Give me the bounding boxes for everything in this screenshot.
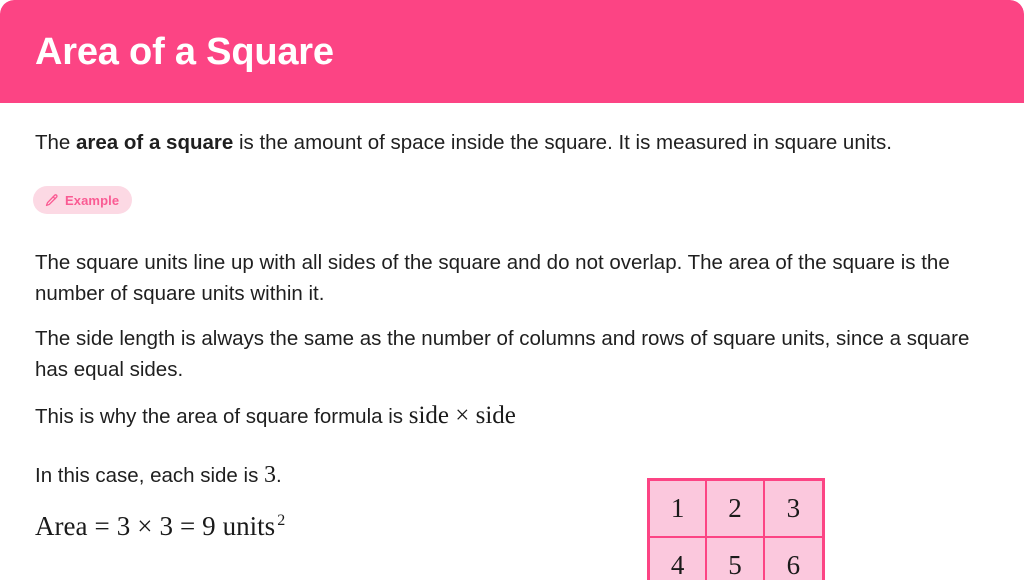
example-badge: Example (33, 186, 133, 214)
side-value-text-before: In this case, each side is (35, 464, 265, 487)
example-badge-label: Example (65, 192, 120, 208)
grid-cell: 4 (650, 538, 708, 580)
intro-text-bold: area of a square (76, 131, 234, 154)
formula-inline-math: side × side (408, 402, 516, 429)
side-value-math: 3 (264, 462, 277, 488)
grid-cell: 1 (650, 481, 708, 539)
area-formula-operand-2: 3 (159, 511, 173, 541)
unit-square-grid-inner: 1 2 3 4 5 6 7 8 9 (650, 481, 822, 580)
area-formula-times: × (137, 511, 153, 541)
area-formula-unit: units (222, 511, 276, 541)
grid-cell: 2 (707, 481, 765, 539)
grid-cell: 6 (764, 538, 822, 580)
area-formula-operand-1: 3 (116, 511, 131, 541)
lesson-slide: Area of a Square The area of a square is… (0, 0, 1024, 580)
area-formula-exponent: 2 (277, 512, 286, 529)
area-formula-equals-1: = (94, 511, 110, 541)
formula-intro-text: This is why the area of square formula i… (35, 405, 409, 428)
unit-square-grid: 1 2 3 4 5 6 7 8 9 (647, 478, 825, 580)
area-formula-equals-2: = (179, 511, 196, 541)
intro-text-after: is the amount of space inside the square… (233, 131, 892, 154)
side-value-text-after: . (276, 464, 282, 487)
slide-header: Area of a Square (0, 0, 1024, 103)
pencil-icon (44, 193, 59, 208)
intro-paragraph: The area of a square is the amount of sp… (35, 127, 965, 158)
intro-text-before: The (35, 131, 77, 154)
square-units-paragraph: The square units line up with all sides … (35, 251, 950, 305)
side-length-paragraph: The side length is always the same as th… (35, 327, 970, 381)
slide-body: The area of a square is the amount of sp… (0, 103, 1024, 580)
grid-cell: 3 (764, 481, 822, 539)
area-formula: Area = 3 × 3 = 9 units 2 (35, 509, 285, 543)
page-title: Area of a Square (35, 31, 334, 73)
side-value-paragraph: In this case, each side is 3. (35, 460, 535, 491)
grid-cell: 5 (707, 538, 765, 580)
formula-intro-paragraph: This is why the area of square formula i… (35, 400, 655, 432)
area-formula-label: Area (35, 511, 88, 541)
area-formula-result: 9 (202, 511, 216, 541)
